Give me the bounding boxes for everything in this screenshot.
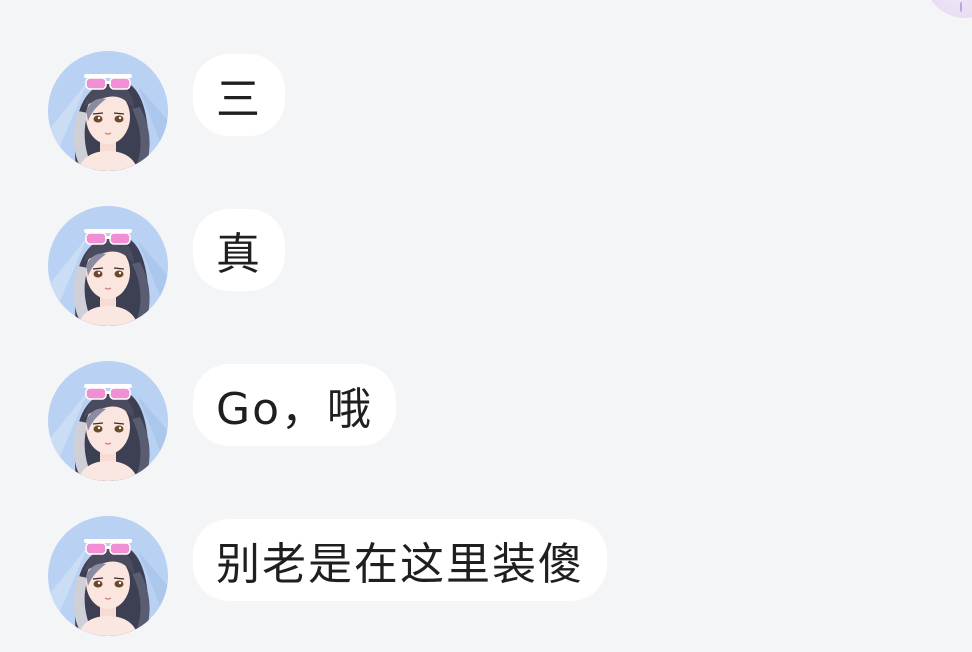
message-row: 别老是在这里装傻 bbox=[48, 516, 607, 636]
message-bubble[interactable]: 三 bbox=[193, 54, 285, 136]
message-row: Go，哦 bbox=[48, 361, 397, 481]
anime-girl-avatar-icon[interactable] bbox=[48, 206, 168, 326]
message-bubble[interactable]: 别老是在这里装傻 bbox=[193, 519, 607, 601]
message-row: 三 bbox=[48, 51, 285, 171]
anime-girl-avatar-icon[interactable] bbox=[48, 361, 168, 481]
message-bubble[interactable]: 真 bbox=[193, 209, 285, 291]
message-bubble[interactable]: Go，哦 bbox=[193, 364, 397, 446]
self-avatar-icon[interactable] bbox=[924, 0, 972, 18]
anime-girl-avatar-icon[interactable] bbox=[48, 516, 168, 636]
message-row: 真 bbox=[48, 206, 285, 326]
anime-girl-avatar-icon[interactable] bbox=[48, 51, 168, 171]
